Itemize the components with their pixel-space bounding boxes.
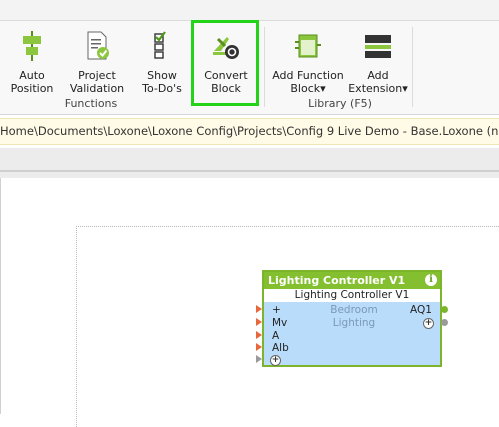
show-todos-button[interactable]: Show To-Do's xyxy=(136,31,188,101)
project-validation-label-2: Validation xyxy=(69,82,125,95)
lighting-controller-block[interactable]: Lighting Controller V1 i Lighting Contro… xyxy=(262,270,442,367)
add-extension-label-1: Add xyxy=(367,69,389,82)
project-validation-button[interactable]: Project Validation xyxy=(66,31,128,101)
input-label-alb: Alb xyxy=(272,342,289,354)
document-tab-line xyxy=(0,170,499,172)
input-pin[interactable] xyxy=(256,343,262,351)
auto-position-button[interactable]: Auto Position xyxy=(8,31,56,101)
add-function-block-label-1: Add Function xyxy=(272,69,344,82)
info-icon[interactable]: i xyxy=(425,274,437,286)
add-function-block-label-2: Block▾ xyxy=(290,82,326,95)
checklist-icon xyxy=(151,31,173,64)
add-extension-label-2: Extension▾ xyxy=(348,82,408,95)
category-label: Lighting xyxy=(332,317,376,329)
ribbon-tab-strip xyxy=(0,0,499,20)
add-output-icon[interactable]: + xyxy=(423,318,434,329)
ribbon-separator xyxy=(412,27,413,107)
input-pin[interactable] xyxy=(256,318,262,326)
input-pin[interactable] xyxy=(256,355,262,363)
auto-position-icon xyxy=(20,31,44,64)
input-label-a: A xyxy=(272,330,280,342)
project-validation-label-1: Project xyxy=(78,69,116,82)
add-input-icon[interactable]: + xyxy=(270,355,281,366)
function-block-icon xyxy=(293,31,323,64)
show-todos-label-1: Show xyxy=(147,69,177,82)
auto-position-label-2: Position xyxy=(10,82,54,95)
output-pin[interactable] xyxy=(441,306,448,313)
project-path-bar: Home\Documents\Loxone\Loxone Config\Proj… xyxy=(0,118,499,145)
input-label-add: + xyxy=(272,304,281,316)
output-label-aq1: AQ1 xyxy=(410,304,432,316)
validation-document-icon xyxy=(84,31,110,64)
output-pin[interactable] xyxy=(441,319,448,326)
show-todos-label-2: To-Do's xyxy=(142,82,182,95)
add-extension-button[interactable]: Add Extension▾ xyxy=(348,31,408,101)
room-label: Bedroom xyxy=(330,304,378,316)
add-function-block-button[interactable]: Add Function Block▾ xyxy=(270,31,346,101)
group-label-functions: Functions xyxy=(64,97,118,110)
block-title: Lighting Controller V1 xyxy=(264,272,440,289)
ribbon-separator xyxy=(264,27,265,107)
input-label-mv: Mv xyxy=(272,317,288,329)
highlight-frame xyxy=(191,20,259,106)
extension-icon xyxy=(363,31,393,64)
input-pin[interactable] xyxy=(256,331,262,339)
input-pin[interactable] xyxy=(256,305,262,313)
block-subtitle: Lighting Controller V1 xyxy=(264,289,440,302)
auto-position-label-1: Auto xyxy=(19,69,45,82)
group-label-library: Library (F5) xyxy=(308,97,372,110)
